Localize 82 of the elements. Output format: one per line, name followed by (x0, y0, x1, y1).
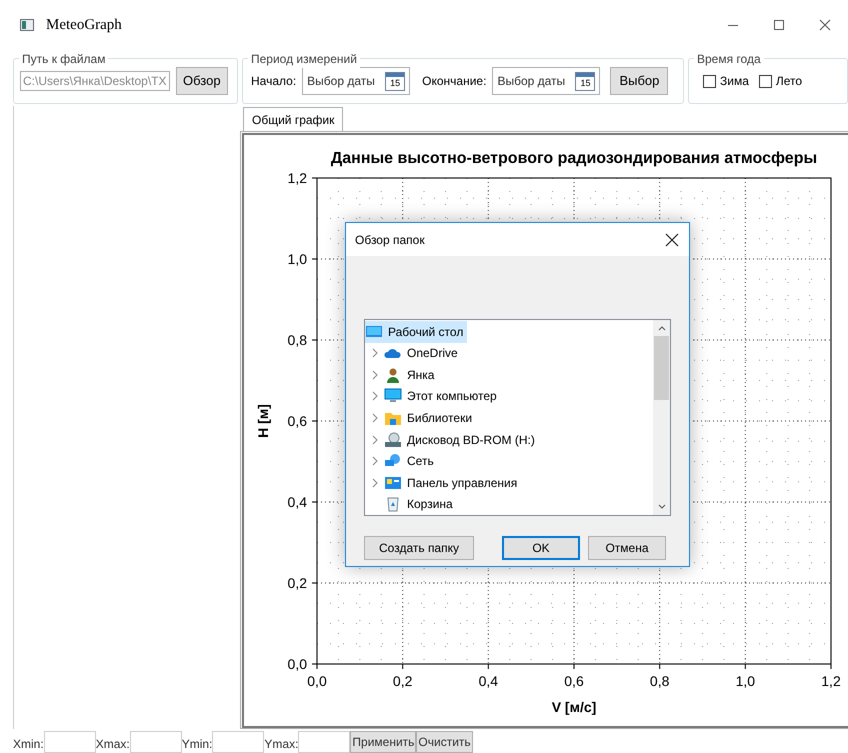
y-axis-title: H [м] (255, 404, 271, 438)
dialog-button[interactable]: Отмена (588, 536, 666, 560)
calendar-day: 15 (580, 78, 590, 88)
checkbox-label: Зима (720, 73, 749, 90)
y-tick-label: 1,0 (288, 251, 307, 267)
control-panel-icon (384, 474, 402, 491)
dialog-title: Обзор папок (355, 232, 425, 248)
field-label: Xmax: (96, 736, 130, 753)
y-tick-label: 0,8 (288, 332, 307, 348)
disc-drive-icon (384, 432, 402, 448)
x-tick-label: 1,2 (821, 673, 841, 689)
y-tick-label: 0,2 (288, 575, 307, 591)
tree-item-label: Этот компьютер (407, 388, 497, 406)
folder-icon (384, 410, 402, 426)
x-tick-label: 1,0 (736, 673, 756, 689)
tree-item-label: Библиотеки (407, 410, 472, 428)
field-label: Ymin: (182, 736, 212, 753)
tree-item-label: Панель управления (407, 474, 518, 492)
y-tick-label: 0,6 (288, 413, 307, 429)
app-icon (20, 19, 34, 31)
x-tick-label: 0,6 (564, 673, 584, 689)
x-axis-title: V [м/с] (552, 699, 596, 715)
field-label: Ymax: (264, 736, 298, 753)
tree-item[interactable]: Корзина (365, 494, 457, 516)
x-tick-label: 0,2 (392, 673, 412, 689)
chevron-icon[interactable] (371, 370, 379, 380)
x-tick-label: 0,4 (478, 673, 498, 689)
tree-item-label: Сеть (407, 453, 434, 470)
y-tick-label: 0,0 (288, 656, 307, 672)
tree-item[interactable]: Панель управления (365, 472, 522, 494)
monitor-icon (384, 388, 402, 404)
close-icon[interactable] (665, 232, 679, 246)
checkbox[interactable] (758, 74, 772, 88)
tree-item[interactable]: OneDrive (365, 342, 462, 364)
calendar-icon[interactable]: 15 (575, 72, 596, 90)
chevron-icon[interactable] (371, 434, 379, 445)
toolbar-button[interactable]: Очистить (416, 731, 473, 753)
limit-field[interactable] (44, 731, 96, 753)
toolbar-button[interactable]: Применить (350, 731, 416, 753)
chevron-icon[interactable] (371, 478, 379, 488)
tree-item[interactable]: Дисковод BD-ROM (H:) (365, 428, 539, 450)
y-tick-label: 0,4 (288, 494, 307, 510)
checkbox[interactable] (703, 74, 716, 88)
window-title: MeteoGraph (46, 16, 122, 35)
tree-item[interactable]: Рабочий стол (365, 321, 468, 343)
field-label: Xmin: (13, 736, 44, 753)
user-icon (384, 366, 402, 383)
tree-item[interactable]: Янка (365, 364, 438, 386)
tree-item-label: OneDrive (407, 345, 458, 362)
y-tick-label: 1,2 (288, 170, 307, 186)
dialog-button[interactable]: Создать папку (364, 536, 474, 560)
end-label: Окончание: (422, 73, 486, 90)
tree-item[interactable]: Библиотеки (365, 407, 476, 429)
tab[interactable]: Общий график (243, 107, 344, 131)
chevron-icon[interactable] (371, 391, 379, 402)
chevron-icon[interactable] (371, 456, 379, 466)
checkbox-label: Лето (776, 73, 802, 90)
start-date-field[interactable]: Выбор даты 15 (302, 67, 410, 95)
x-tick-label: 0,0 (307, 673, 327, 689)
limit-field[interactable] (212, 731, 264, 753)
tree-item-label: Дисковод BD-ROM (H:) (407, 432, 535, 449)
tree-item-label: Корзина (407, 496, 453, 514)
tree-item[interactable]: Сеть (365, 450, 438, 472)
limit-field[interactable] (298, 731, 350, 753)
scrollbar[interactable] (653, 320, 670, 515)
dialog-button[interactable]: OK (502, 536, 580, 560)
chevron-icon[interactable] (371, 348, 379, 358)
x-tick-label: 0,8 (650, 673, 670, 689)
chevron-icon[interactable] (371, 413, 379, 424)
chart-title: Данные высотно-ветрового радиозондирования атмосферы (330, 150, 818, 167)
limit-field[interactable] (130, 731, 182, 753)
tree-item-label: Рабочий стол (388, 324, 464, 341)
start-label: Начало: (251, 73, 296, 90)
path-field[interactable]: C:\Users\Янка\Desktop\TX (20, 71, 170, 91)
browse-button[interactable]: Обзор (176, 67, 228, 95)
calendar-day: 15 (390, 78, 400, 88)
tree-item-label: Янка (407, 366, 434, 384)
end-date-field[interactable]: Выбор даты 15 (492, 67, 600, 95)
calendar-icon[interactable]: 15 (385, 72, 406, 90)
tree-item[interactable]: Этот компьютер (365, 386, 501, 408)
select-button[interactable]: Выбор (610, 67, 668, 95)
desktop-icon (365, 324, 383, 340)
